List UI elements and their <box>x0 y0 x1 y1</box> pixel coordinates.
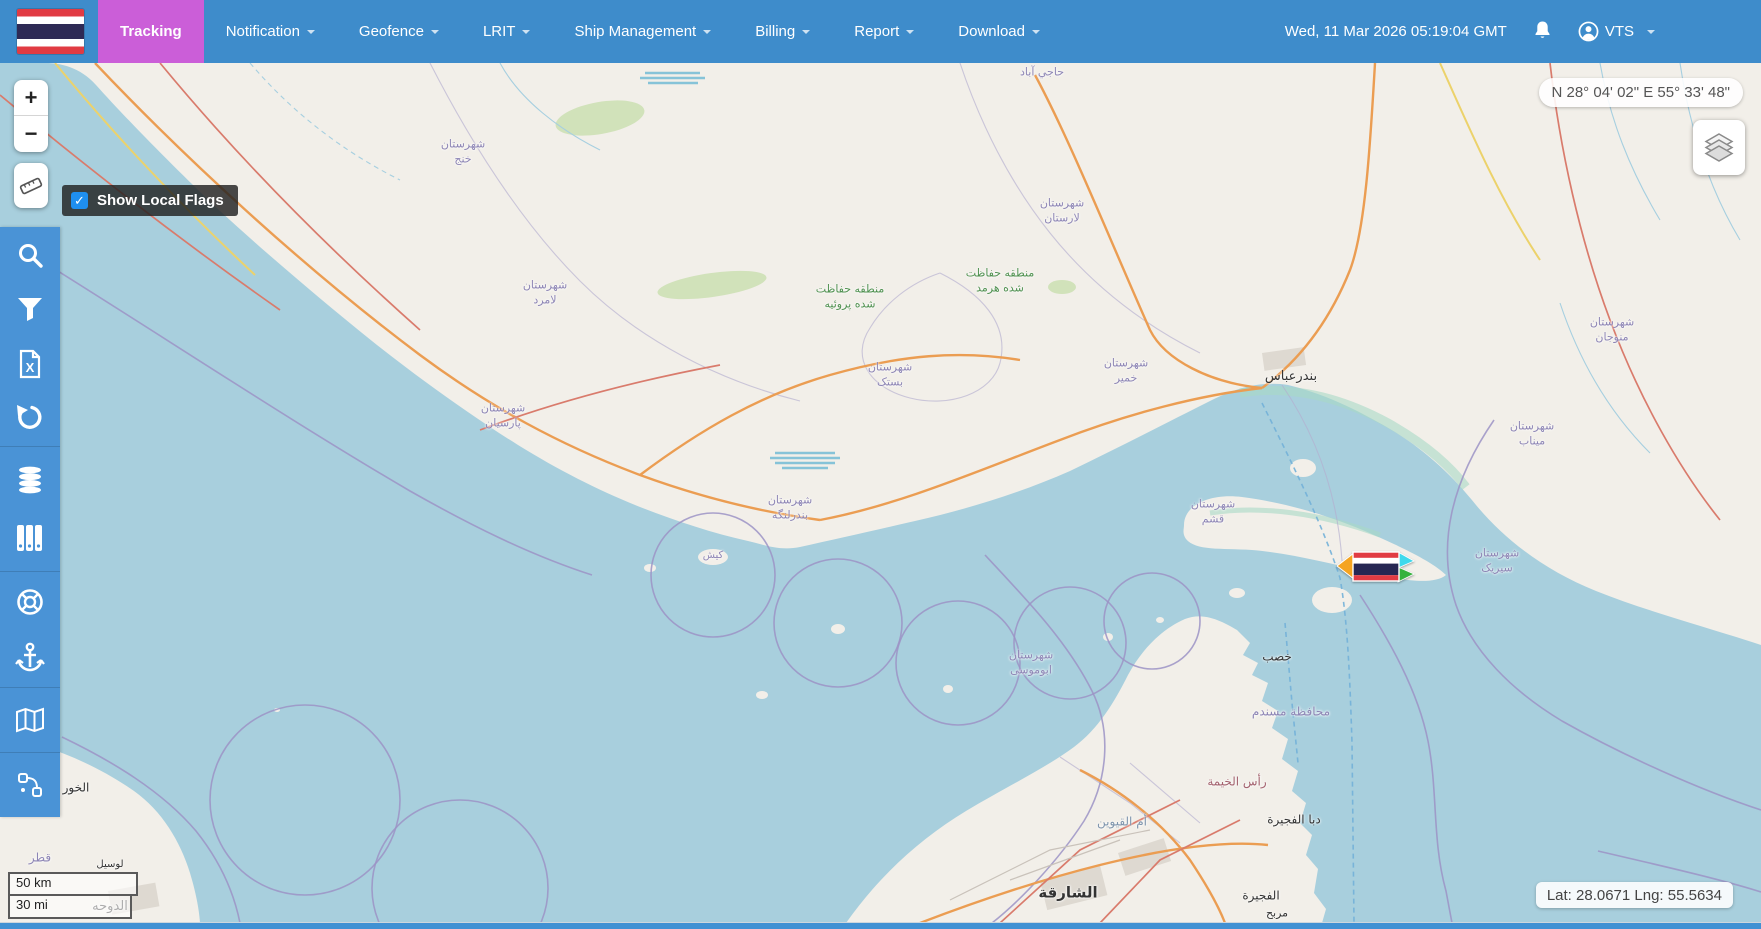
map-tools-sidebar: X <box>0 227 60 817</box>
life-ring-button[interactable] <box>0 576 60 628</box>
network-nodes-button[interactable] <box>0 759 60 811</box>
top-navbar: Tracking Notification Geofence LRIT Ship… <box>0 0 1761 63</box>
vessel-marker-thailand[interactable] <box>1336 548 1415 590</box>
nav-label: Ship Management <box>574 23 697 40</box>
nav-label: Notification <box>225 23 300 40</box>
chevron-down-icon <box>802 29 811 34</box>
svg-text:X: X <box>26 360 35 375</box>
notifications-bell-icon[interactable] <box>1533 20 1552 44</box>
thailand-flag-icon <box>17 9 84 54</box>
search-button[interactable] <box>0 229 60 281</box>
ruler-icon <box>19 177 43 194</box>
nav-label: Download <box>958 23 1025 40</box>
main-menu: Tracking Notification Geofence LRIT Ship… <box>98 0 1062 63</box>
nav-item-billing[interactable]: Billing <box>733 0 832 63</box>
chevron-down-icon <box>430 29 439 34</box>
chevron-down-icon <box>306 29 315 34</box>
nav-label: LRIT <box>482 23 516 40</box>
layers-icon <box>1704 132 1734 162</box>
network-nodes-icon <box>18 773 42 797</box>
undo-icon <box>17 404 42 429</box>
nav-label: Tracking <box>120 23 182 40</box>
undo-refresh-button[interactable] <box>0 392 60 444</box>
measure-distance-button[interactable] <box>14 163 48 208</box>
filter-button[interactable] <box>0 283 60 335</box>
anchor-icon <box>15 642 45 672</box>
cursor-latlng-display: Lat: 28.0671 Lng: 55.5634 <box>1535 882 1733 908</box>
zoom-out-button[interactable]: − <box>14 116 48 152</box>
map-scale-control: 50 km 30 mi <box>8 872 138 919</box>
nav-item-report[interactable]: Report <box>832 0 936 63</box>
user-menu[interactable]: VTS <box>1578 21 1655 42</box>
nav-item-lrit[interactable]: LRIT <box>461 0 553 63</box>
user-icon <box>1578 21 1599 42</box>
chevron-down-icon <box>1647 29 1655 34</box>
nav-item-download[interactable]: Download <box>936 0 1062 63</box>
anchor-button[interactable] <box>0 631 60 683</box>
footer-bar <box>0 922 1761 929</box>
scale-km: 50 km <box>8 872 138 896</box>
layer-switcher-button[interactable] <box>1693 120 1745 175</box>
show-local-flags-toggle[interactable]: ✓ Show Local Flags <box>62 185 238 216</box>
filter-icon <box>18 298 42 322</box>
nav-item-ship-management[interactable]: Ship Management <box>552 0 733 63</box>
user-label: VTS <box>1604 23 1634 40</box>
thailand-flag-icon <box>1352 551 1400 582</box>
nav-label: Geofence <box>358 23 424 40</box>
excel-file-icon: X <box>19 349 41 378</box>
archive-binders-button[interactable] <box>0 512 60 564</box>
chevron-down-icon <box>906 29 915 34</box>
database-icon <box>19 466 41 494</box>
show-local-flags-label: Show Local Flags <box>97 192 224 209</box>
brand-logo[interactable] <box>0 0 98 63</box>
nav-item-notification[interactable]: Notification <box>204 0 337 63</box>
life-ring-icon <box>17 588 43 615</box>
nav-label: Billing <box>755 23 796 40</box>
zoom-control: + − <box>14 80 48 152</box>
chevron-down-icon <box>1032 29 1040 34</box>
binders-icon <box>17 525 42 552</box>
scale-mi: 30 mi <box>8 896 132 919</box>
search-icon <box>19 244 43 268</box>
map-button[interactable] <box>0 694 60 746</box>
map-canvas[interactable] <box>0 62 1761 929</box>
datetime-display: Wed, 11 Mar 2026 05:19:04 GMT <box>1284 23 1507 40</box>
nav-item-tracking[interactable]: Tracking <box>98 0 204 63</box>
export-excel-button[interactable]: X <box>0 338 60 390</box>
map-tiles <box>0 62 1761 929</box>
database-button[interactable] <box>0 454 60 506</box>
chevron-down-icon <box>522 29 531 34</box>
nav-item-geofence[interactable]: Geofence <box>337 0 461 63</box>
show-local-flags-checkbox[interactable]: ✓ <box>71 192 88 209</box>
zoom-in-button[interactable]: + <box>14 80 48 116</box>
map-icon <box>16 707 44 733</box>
mouse-coordinates-display: N 28° 04' 02" E 55° 33' 48" <box>1538 78 1743 107</box>
chevron-down-icon <box>703 29 712 34</box>
nav-label: Report <box>854 23 900 40</box>
